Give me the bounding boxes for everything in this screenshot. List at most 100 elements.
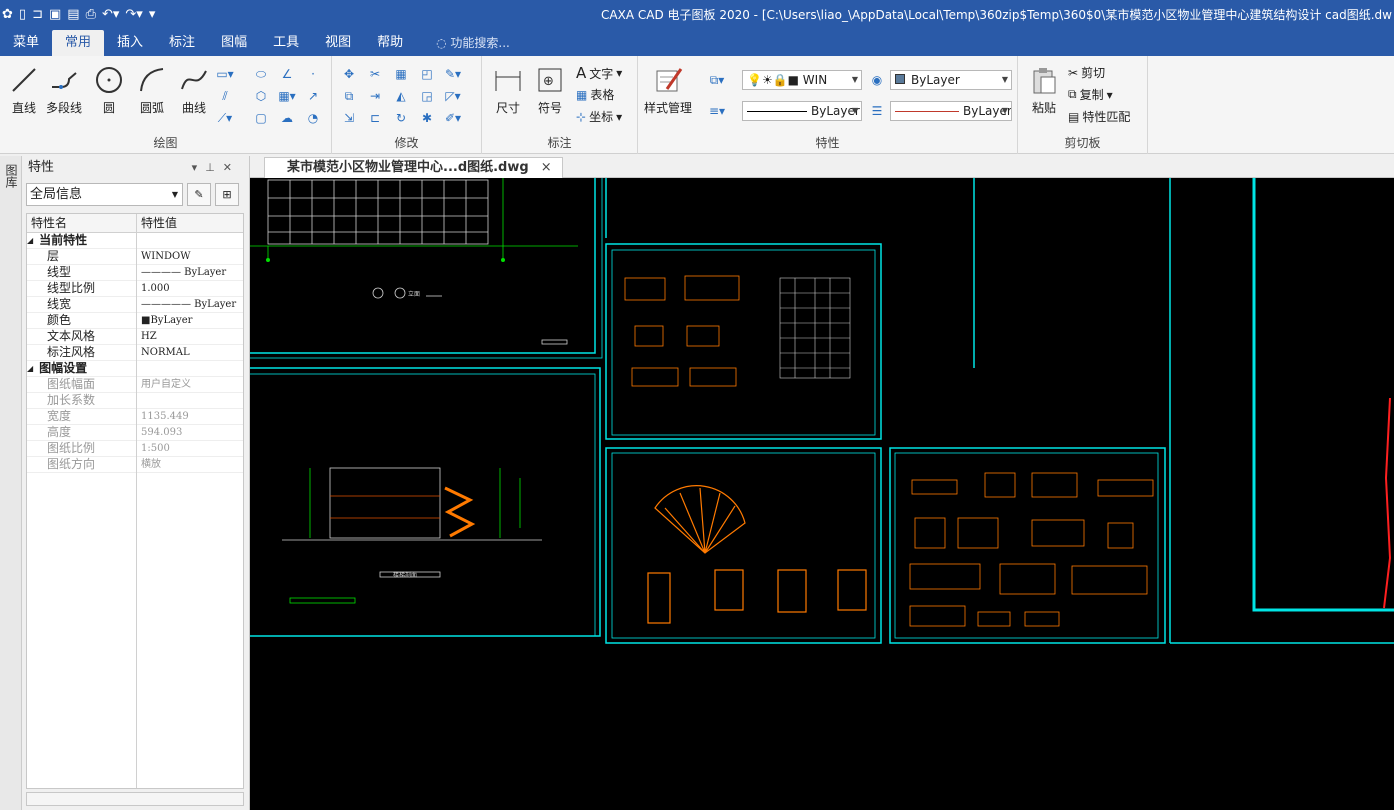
fillet-icon[interactable]: ◰ [418, 66, 436, 82]
grid-property-row[interactable]: 线型 ———— ByLayer [27, 265, 243, 281]
centerline-icon[interactable]: ⟋▾ [216, 110, 234, 126]
layer-combo[interactable]: 💡☀🔒■ WIN ▼ [742, 70, 862, 90]
table-button[interactable]: ▦ 表格 [576, 86, 614, 103]
arc-button[interactable]: 圆弧 [136, 64, 168, 116]
curve-button[interactable]: 曲线 [178, 64, 210, 116]
redo-icon[interactable]: ↷▾ [125, 5, 142, 25]
cloud-icon[interactable]: ☁ [278, 110, 296, 126]
tab-annotate[interactable]: 标注 [156, 30, 208, 56]
property-value[interactable]: WINDOW [137, 249, 243, 264]
grid-property-row[interactable]: 图纸幅面 用户自定义 [27, 377, 243, 393]
grid-property-row[interactable]: 加长系数 [27, 393, 243, 409]
point-icon[interactable]: · [304, 66, 322, 82]
tab-view[interactable]: 视图 [312, 30, 364, 56]
property-value[interactable]: 1.000 [137, 281, 243, 296]
property-value[interactable]: 1:500 [137, 441, 243, 456]
offset-icon[interactable]: ⊏ [366, 110, 384, 126]
print-icon[interactable]: ⎙ [86, 5, 96, 25]
property-value[interactable]: ———— ByLayer [137, 265, 243, 280]
drawing-canvas[interactable]: 立面 楼梯剖面 [250, 178, 1394, 810]
property-value[interactable]: 1135.449 [137, 409, 243, 424]
layer-manager-icon[interactable]: ⧉▾ [708, 72, 726, 88]
linetype-combo[interactable]: ByLayer ▼ [742, 101, 862, 121]
property-value[interactable] [137, 393, 243, 408]
tab-sheet[interactable]: 图幅 [208, 30, 260, 56]
rotate-icon[interactable]: ↻ [392, 110, 410, 126]
library-vertical-tab[interactable]: 图库 [0, 156, 22, 810]
property-value[interactable]: ■ByLayer [137, 313, 243, 328]
erase-icon[interactable]: ✎▾ [444, 66, 462, 82]
property-value[interactable]: 用户自定义 [137, 377, 243, 392]
grid-property-row[interactable]: 颜色 ■ByLayer [27, 313, 243, 329]
ellipse-icon[interactable]: ⬭ [252, 66, 270, 82]
match-properties-button[interactable]: ▤ 特性匹配 [1068, 108, 1130, 125]
quick-select-icon[interactable]: ⊞ [215, 183, 239, 206]
lineweight-icon[interactable]: ☰ [868, 103, 886, 119]
angle-line-icon[interactable]: ∠ [278, 66, 296, 82]
tab-insert[interactable]: 插入 [104, 30, 156, 56]
stretch-icon[interactable]: ⇲ [340, 110, 358, 126]
new-file-icon[interactable]: ▯ [19, 5, 26, 25]
close-tab-icon[interactable]: × [541, 160, 552, 175]
grid-property-row[interactable]: 图纸方向 横放 [27, 457, 243, 473]
grid-property-row[interactable]: 线宽 ————— ByLayer [27, 297, 243, 313]
chamfer-icon[interactable]: ◸▾ [444, 88, 462, 104]
symbol-button[interactable]: ⊕ 符号 [534, 64, 566, 116]
rectangle-icon[interactable]: ▭▾ [216, 66, 234, 82]
undo-icon[interactable]: ↶▾ [102, 5, 119, 25]
save-all-icon[interactable]: ▤ [67, 5, 79, 25]
scope-select[interactable]: 全局信息 ▼ [26, 183, 183, 206]
copy-object-icon[interactable]: ⧉ [340, 88, 358, 104]
coordinate-button[interactable]: ⊹ 坐标 ▾ [576, 108, 622, 125]
color-wheel-icon[interactable]: ◉ [868, 72, 886, 88]
region-icon[interactable]: ◔ [304, 110, 322, 126]
save-icon[interactable]: ▣ [49, 5, 61, 25]
grid-property-row[interactable]: 线型比例 1.000 [27, 281, 243, 297]
polyline-button[interactable]: 多段线 [46, 64, 82, 116]
polygon-icon[interactable]: ⬡ [252, 88, 270, 104]
panel-controls[interactable]: ▾⊥✕ [192, 156, 240, 180]
grid-property-row[interactable]: 文本风格 HZ [27, 329, 243, 345]
grid-property-row[interactable]: 宽度 1135.449 [27, 409, 243, 425]
block-icon[interactable]: ▢ [252, 110, 270, 126]
tab-help[interactable]: 帮助 [364, 30, 416, 56]
document-tab[interactable]: 某市模范小区物业管理中心...d图纸.dwg × [264, 157, 563, 178]
property-value[interactable]: HZ [137, 329, 243, 344]
hatch-icon[interactable]: ▦▾ [278, 88, 296, 104]
open-file-icon[interactable]: ⊐ [32, 5, 43, 25]
edit-icon[interactable]: ✐▾ [444, 110, 462, 126]
pointer-icon[interactable]: ↗ [304, 88, 322, 104]
explode-icon[interactable]: ✱ [418, 110, 436, 126]
mirror-icon[interactable]: ◭ [392, 88, 410, 104]
customize-icon[interactable]: ▾ [149, 5, 156, 25]
extend-icon[interactable]: ⇥ [366, 88, 384, 104]
grid-section-row[interactable]: ◢ 当前特性 [27, 233, 243, 249]
cut-button[interactable]: ✂ 剪切 [1068, 64, 1105, 81]
circle-button[interactable]: 圆 [93, 64, 125, 116]
array-icon[interactable]: ▦ [392, 66, 410, 82]
grid-property-row[interactable]: 层 WINDOW [27, 249, 243, 265]
property-value[interactable]: 横放 [137, 457, 243, 472]
text-button[interactable]: A 文字 ▾ [576, 64, 622, 82]
grid-property-row[interactable]: 标注风格 NORMAL [27, 345, 243, 361]
paste-button[interactable]: 粘贴 [1028, 64, 1060, 116]
trim-icon[interactable]: ✂ [366, 66, 384, 82]
dimension-button[interactable]: 尺寸 [492, 64, 524, 116]
clear-selection-icon[interactable]: ✎ [187, 183, 211, 206]
property-value[interactable]: 594.093 [137, 425, 243, 440]
grid-section-row[interactable]: ◢ 图幅设置 [27, 361, 243, 377]
tab-menu[interactable]: 菜单 [0, 30, 52, 56]
scale-icon[interactable]: ◲ [418, 88, 436, 104]
tab-tools[interactable]: 工具 [260, 30, 312, 56]
parallel-line-icon[interactable]: ⫽ [216, 88, 234, 104]
property-value[interactable]: NORMAL [137, 345, 243, 360]
app-logo-icon[interactable]: ✿ [2, 5, 13, 25]
grid-property-row[interactable]: 图纸比例 1:500 [27, 441, 243, 457]
lineweight-combo[interactable]: ByLayer ▼ [890, 101, 1012, 121]
color-combo[interactable]: ByLayer ▼ [890, 70, 1012, 90]
grid-property-row[interactable]: 高度 594.093 [27, 425, 243, 441]
move-icon[interactable]: ✥ [340, 66, 358, 82]
copy-button[interactable]: ⧉ 复制 ▾ [1068, 86, 1113, 103]
style-manager-button[interactable]: 样式管理 [644, 64, 692, 116]
layer-tools-icon[interactable]: ≡▾ [708, 103, 726, 119]
